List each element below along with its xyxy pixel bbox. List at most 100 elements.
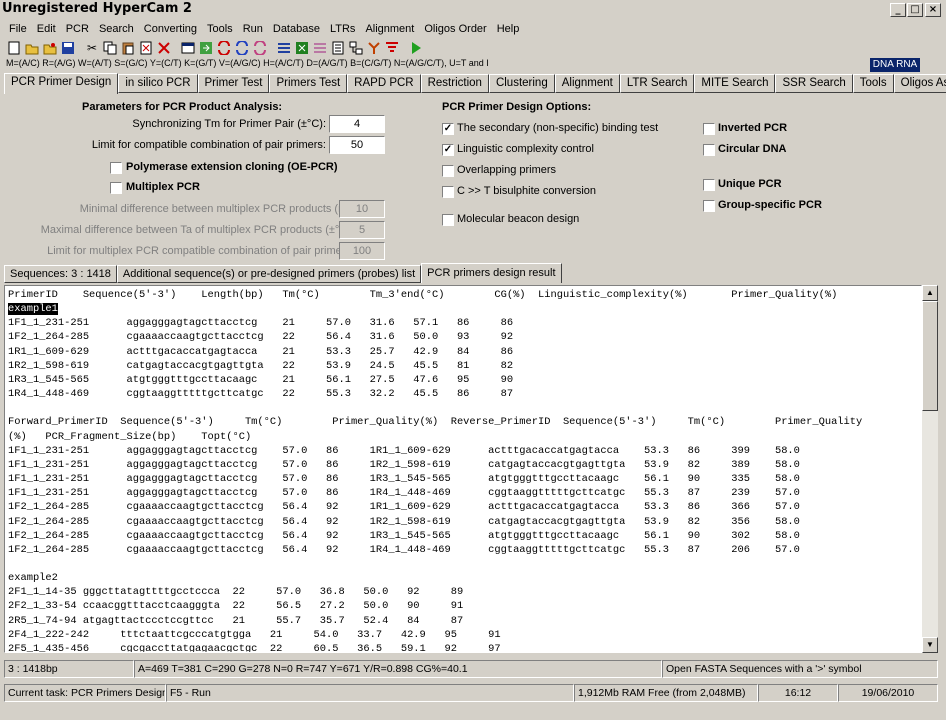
circular-dna-checkbox[interactable] bbox=[703, 144, 715, 156]
pair-row: 1F1_1_231-251 aggagggagtagcttacctcg 57.0… bbox=[8, 444, 800, 457]
inverted-pcr-checkbox[interactable] bbox=[703, 123, 715, 135]
tab-mite-search[interactable]: MITE Search bbox=[694, 74, 776, 93]
menu-file[interactable]: File bbox=[4, 23, 32, 35]
params-title: Parameters for PCR Product Analysis: bbox=[82, 101, 283, 113]
tab-alignment[interactable]: Alignment bbox=[554, 74, 620, 93]
sub-tab-bar: Sequences: 3 : 1418 Additional sequence(… bbox=[4, 263, 564, 283]
molecular-beacon-checkbox[interactable] bbox=[442, 214, 454, 226]
scroll-up-button[interactable]: ▲ bbox=[922, 285, 938, 301]
menu-ltrs[interactable]: LTRs bbox=[325, 23, 360, 35]
maximize-button[interactable]: □ bbox=[907, 3, 923, 17]
result-row: 1F1_1_231-251 aggagggagtagcttacctcg 21 5… bbox=[8, 317, 514, 330]
tab-additional-sequences[interactable]: Additional sequence(s) or pre-designed p… bbox=[116, 265, 422, 283]
result-text-area[interactable]: PrimerID Sequence(5'-3') Length(bp) Tm(°… bbox=[4, 285, 922, 653]
excel-icon[interactable] bbox=[294, 40, 310, 56]
reverse-complement-icon[interactable] bbox=[216, 40, 232, 56]
result-row: 2F1_1_14-35 gggcttatagttttgcctccca 22 57… bbox=[8, 586, 464, 599]
bisulphite-checkbox[interactable] bbox=[442, 186, 454, 198]
tab-tools[interactable]: Tools bbox=[852, 74, 894, 93]
menu-search[interactable]: Search bbox=[94, 23, 139, 35]
tab-clustering[interactable]: Clustering bbox=[488, 74, 555, 93]
result-row: 1R4_1_448-469 cggtaaggtttttgcttcatgc 22 … bbox=[8, 388, 514, 401]
tab-in-silico-pcr[interactable]: in silico PCR bbox=[118, 74, 198, 93]
tab-ltr-search[interactable]: LTR Search bbox=[619, 74, 695, 93]
menu-converting[interactable]: Converting bbox=[139, 23, 202, 35]
tab-oligos-assembly[interactable]: Oligos Assembly bbox=[893, 74, 946, 93]
tree-icon[interactable] bbox=[348, 40, 364, 56]
window-title: Unregistered HyperCam 2 bbox=[2, 1, 192, 16]
minimize-button[interactable]: _ bbox=[890, 3, 906, 17]
unique-pcr-checkbox[interactable] bbox=[703, 179, 715, 191]
secondary-binding-checkbox[interactable]: ✓ bbox=[442, 123, 454, 135]
cut-icon[interactable]: ✂ bbox=[84, 40, 100, 56]
filter-icon[interactable] bbox=[384, 40, 400, 56]
result-row: 2F5_1_435-456 cgcgaccttatgagaacgctgc 22 … bbox=[8, 642, 501, 653]
menu-tools[interactable]: Tools bbox=[202, 23, 238, 35]
open-folder-icon[interactable] bbox=[24, 40, 40, 56]
multiplex-checkbox[interactable] bbox=[110, 182, 122, 194]
vertical-scrollbar[interactable]: ▲ ▼ bbox=[922, 285, 938, 653]
tab-design-result[interactable]: PCR primers design result bbox=[421, 263, 562, 283]
menu-pcr[interactable]: PCR bbox=[61, 23, 94, 35]
current-task: Current task: PCR Primers Design bbox=[4, 684, 166, 702]
complement-icon[interactable] bbox=[252, 40, 268, 56]
network-icon[interactable] bbox=[366, 40, 382, 56]
save-icon[interactable] bbox=[60, 40, 76, 56]
min-diff-input[interactable]: 10 bbox=[339, 200, 385, 218]
tab-primers-test[interactable]: Primers Test bbox=[269, 74, 348, 93]
result-header-2b: (%) PCR_Fragment_Size(bp) Topt(°C) bbox=[8, 430, 252, 443]
new-file-icon[interactable] bbox=[6, 40, 22, 56]
group-specific-checkbox[interactable] bbox=[703, 200, 715, 212]
run-shortcut: F5 - Run bbox=[166, 684, 574, 702]
menu-run[interactable]: Run bbox=[238, 23, 268, 35]
scroll-thumb[interactable] bbox=[922, 301, 938, 411]
group-specific-label: Group-specific PCR bbox=[718, 199, 822, 211]
sync-tm-label: Synchronizing Tm for Primer Pair (±°C): bbox=[132, 118, 326, 130]
oe-pcr-checkbox[interactable] bbox=[110, 162, 122, 174]
tab-restriction[interactable]: Restriction bbox=[420, 74, 489, 93]
example1-label: example1 bbox=[8, 303, 58, 316]
paste-icon[interactable] bbox=[120, 40, 136, 56]
overlapping-primers-checkbox[interactable] bbox=[442, 165, 454, 177]
select-window-icon[interactable] bbox=[180, 40, 196, 56]
result-row: 1F2_1_264-285 cgaaaaccaagtgcttacctcg 22 … bbox=[8, 331, 514, 344]
run-icon[interactable] bbox=[408, 40, 424, 56]
pair-row: 1F2_1_264-285 cgaaaaccaagtgcttacctcg 56.… bbox=[8, 515, 800, 528]
pair-row: 1F2_1_264-285 cgaaaaccaagtgcttacctcg 56.… bbox=[8, 543, 800, 556]
open-folder-alt-icon[interactable] bbox=[42, 40, 58, 56]
tab-rapd-pcr[interactable]: RAPD PCR bbox=[347, 74, 421, 93]
options-title: PCR Primer Design Options: bbox=[442, 101, 592, 113]
menu-alignment[interactable]: Alignment bbox=[360, 23, 419, 35]
pair-row: 1F2_1_264-285 cgaaaaccaagtgcttacctcg 56.… bbox=[8, 529, 800, 542]
menu-help[interactable]: Help bbox=[492, 23, 525, 35]
limit-pairs-input[interactable]: 50 bbox=[329, 136, 385, 154]
list-icon[interactable] bbox=[276, 40, 292, 56]
export-icon[interactable] bbox=[198, 40, 214, 56]
sequence-count: 3 : 1418bp bbox=[4, 660, 134, 678]
tab-sequences[interactable]: Sequences: 3 : 1418 bbox=[4, 265, 117, 283]
sync-tm-input[interactable]: 4 bbox=[329, 115, 385, 133]
menu-database[interactable]: Database bbox=[268, 23, 325, 35]
max-diff-input[interactable]: 5 bbox=[339, 221, 385, 239]
tab-ssr-search[interactable]: SSR Search bbox=[775, 74, 853, 93]
dna-rna-toggle[interactable]: DNA RNA bbox=[870, 58, 920, 72]
clear-icon[interactable] bbox=[138, 40, 154, 56]
min-diff-label: Minimal difference between multiplex PCR… bbox=[79, 203, 354, 215]
reverse-icon[interactable] bbox=[234, 40, 250, 56]
text-icon[interactable] bbox=[330, 40, 346, 56]
linguistic-complexity-checkbox[interactable]: ✓ bbox=[442, 144, 454, 156]
result-header-1: PrimerID Sequence(5'-3') Length(bp) Tm(°… bbox=[8, 289, 838, 301]
limit-multiplex-input[interactable]: 100 bbox=[339, 242, 385, 260]
menu-edit[interactable]: Edit bbox=[32, 23, 61, 35]
title-bar: Unregistered HyperCam 2 bbox=[0, 0, 946, 20]
delete-icon[interactable] bbox=[156, 40, 172, 56]
tab-primer-test[interactable]: Primer Test bbox=[197, 74, 270, 93]
copy-icon[interactable] bbox=[102, 40, 118, 56]
close-button[interactable]: × bbox=[925, 3, 941, 17]
linguistic-complexity-label: Linguistic complexity control bbox=[457, 143, 594, 155]
tab-pcr-primer-design[interactable]: PCR Primer Design bbox=[4, 73, 119, 94]
result-header-2a: Forward_PrimerID Sequence(5'-3') Tm(°C) … bbox=[8, 416, 863, 429]
sequence-icon[interactable] bbox=[312, 40, 328, 56]
menu-oligos-order[interactable]: Oligos Order bbox=[419, 23, 491, 35]
scroll-down-button[interactable]: ▼ bbox=[922, 637, 938, 653]
